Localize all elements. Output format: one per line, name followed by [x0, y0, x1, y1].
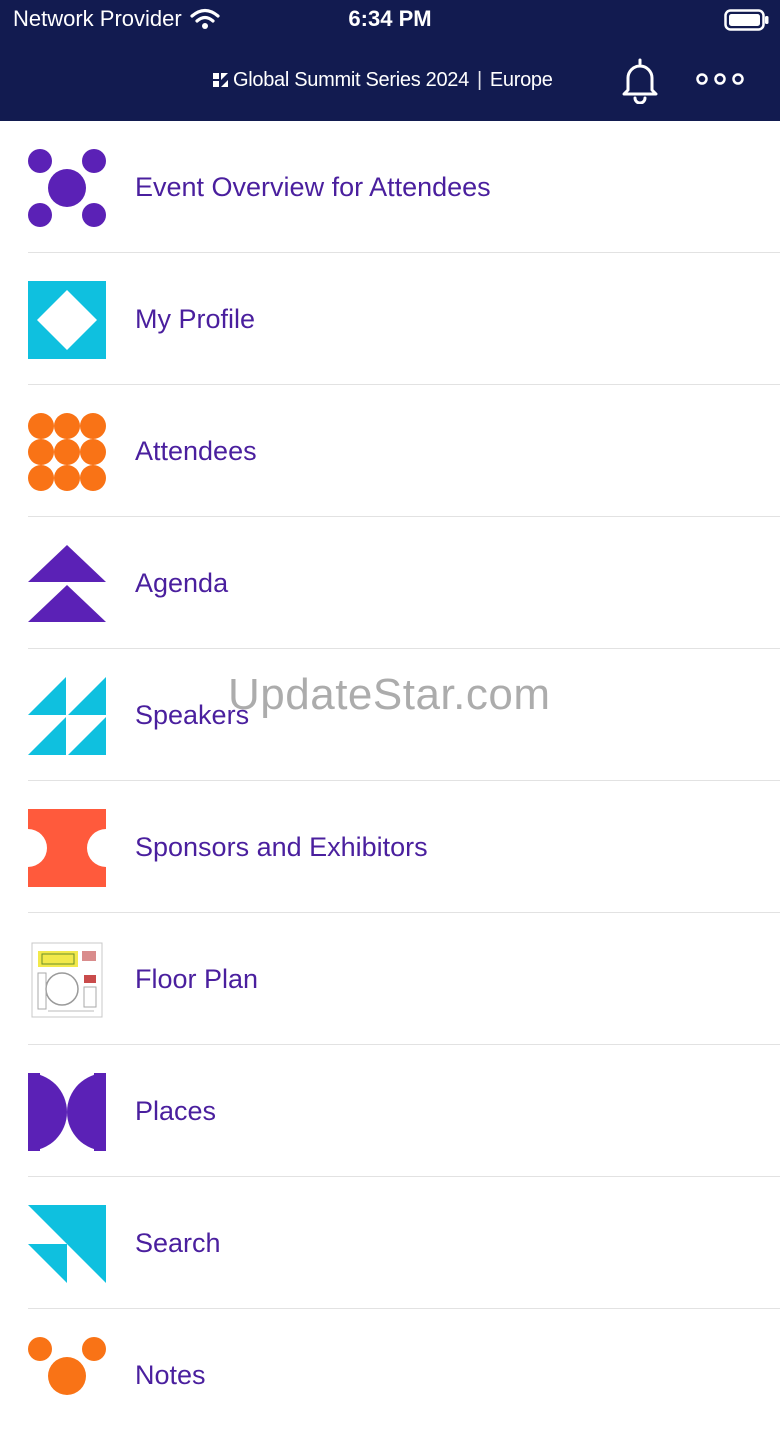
menu-item-label: Sponsors and Exhibitors — [135, 832, 428, 862]
brand-region: Europe — [489, 68, 553, 91]
dots-cluster-icon — [28, 149, 106, 227]
menu-item-notes[interactable]: Notes — [0, 1309, 780, 1441]
menu-item-label: Search — [135, 1228, 221, 1258]
menu-item-places[interactable]: Places — [0, 1045, 780, 1177]
menu-item-agenda[interactable]: Agenda — [0, 517, 780, 649]
event-brand-logo: Global Summit Series 2024 | Europe — [213, 66, 553, 94]
circle-grid-icon — [28, 413, 106, 491]
menu-item-label: Notes — [135, 1360, 206, 1390]
half-circles-icon — [28, 1073, 106, 1151]
menu-item-event-overview[interactable]: Event Overview for Attendees — [0, 121, 780, 253]
menu-item-label: Floor Plan — [135, 964, 259, 994]
menu-item-label: Attendees — [135, 436, 257, 466]
ticket-icon — [28, 809, 106, 887]
main-menu-list: Event Overview for Attendees My Profile … — [0, 121, 780, 1441]
bell-icon[interactable] — [618, 56, 662, 104]
brand-mark-icon — [213, 73, 228, 87]
watermark-text: UpdateStar.com — [228, 670, 551, 719]
menu-item-sponsors-exhibitors[interactable]: Sponsors and Exhibitors — [0, 781, 780, 913]
menu-item-attendees[interactable]: Attendees — [0, 385, 780, 517]
status-time: 6:34 PM — [348, 6, 432, 31]
arrow-shapes-icon — [28, 1205, 106, 1283]
more-options-icon[interactable] — [694, 66, 746, 92]
menu-item-label: My Profile — [135, 304, 256, 334]
brand-name: Global Summit Series 2024 — [233, 68, 469, 91]
battery-icon — [724, 9, 769, 31]
stacked-triangles-icon — [28, 545, 106, 622]
app-header: Network Provider 6:34 PM Global Summit S… — [0, 0, 780, 121]
triangle-grid-icon — [28, 677, 106, 755]
menu-item-search[interactable]: Search — [0, 1177, 780, 1309]
menu-item-label: Agenda — [135, 568, 229, 598]
menu-item-floor-plan[interactable]: Floor Plan — [0, 913, 780, 1045]
menu-item-label: Places — [135, 1096, 217, 1126]
menu-item-my-profile[interactable]: My Profile — [0, 253, 780, 385]
floor-plan-thumbnail-icon — [31, 942, 103, 1018]
notes-dots-icon — [28, 1337, 106, 1395]
diamond-icon — [28, 281, 106, 359]
menu-item-label: Event Overview for Attendees — [135, 172, 491, 202]
brand-separator: | — [476, 68, 482, 91]
